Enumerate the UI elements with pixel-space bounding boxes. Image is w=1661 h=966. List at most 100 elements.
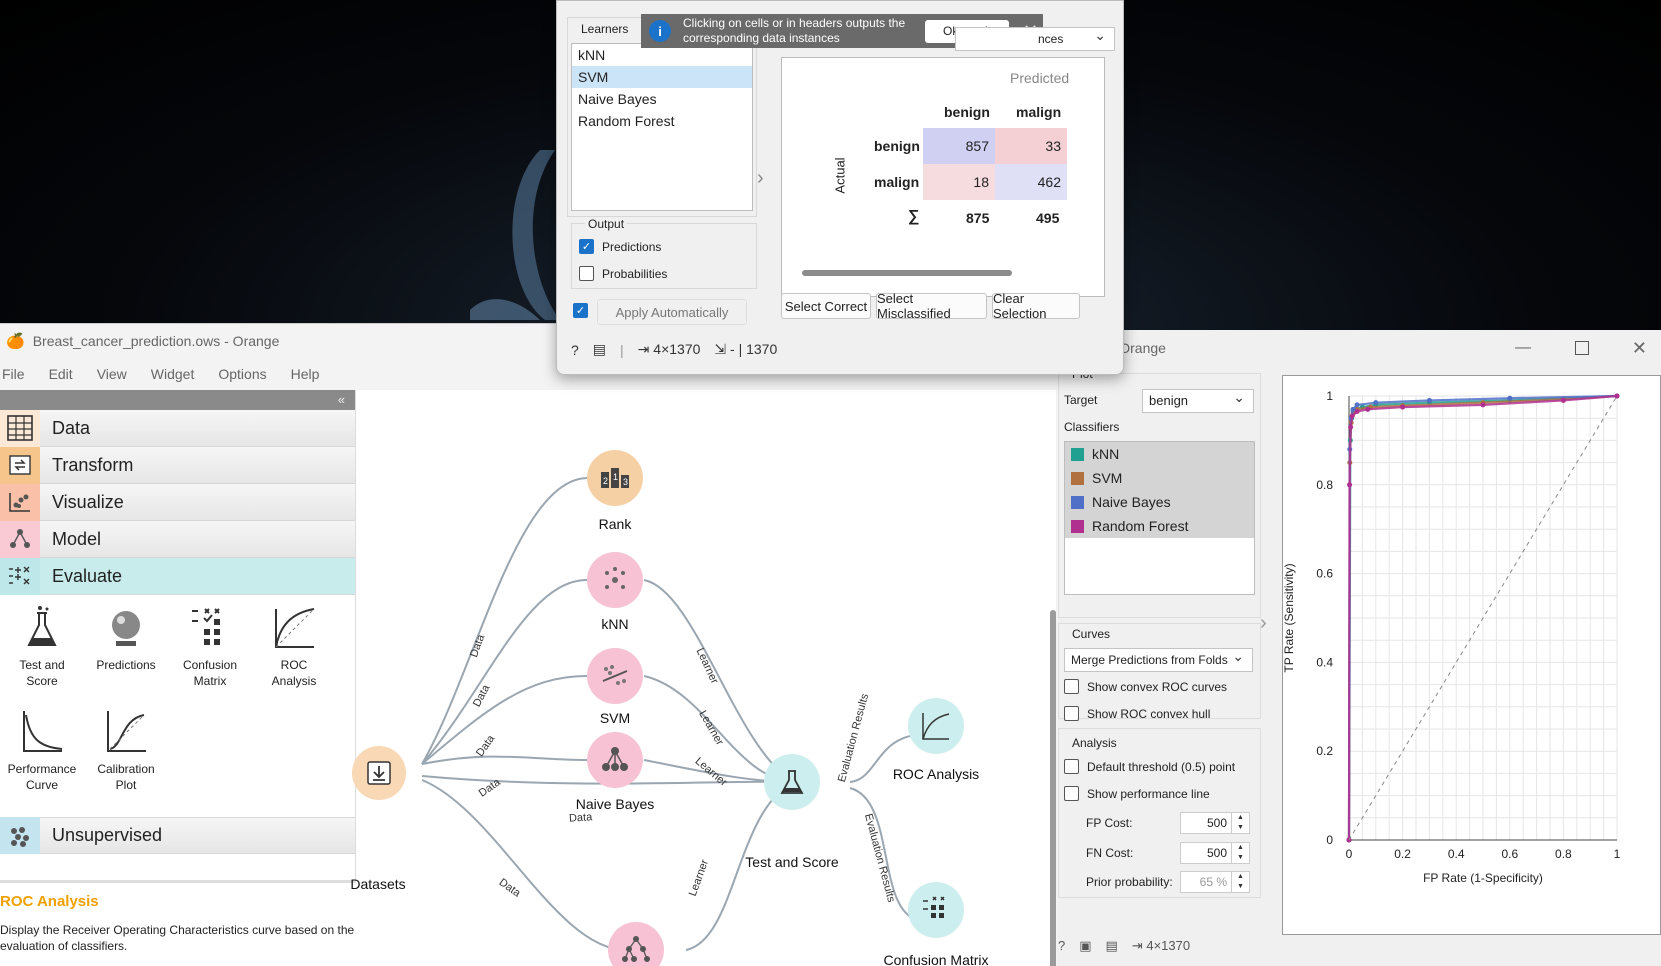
roc-point [1354, 402, 1360, 408]
tool-predictions[interactable]: Predictions [84, 603, 168, 707]
col-header-benign[interactable]: benign [944, 104, 990, 120]
tool-test-and-score[interactable]: Test and Score [0, 603, 84, 707]
fn-cost-label: FN Cost: [1086, 846, 1134, 860]
table-icon [0, 409, 40, 447]
node-svm[interactable] [587, 648, 643, 704]
maximize-button[interactable] [1575, 341, 1589, 355]
tool-calibration-plot[interactable]: Calibration Plot [84, 707, 168, 811]
menu-edit[interactable]: Edit [49, 366, 73, 382]
collapse-arrow-icon[interactable]: › [1260, 612, 1267, 635]
evaluate-icon [0, 557, 40, 595]
matrix-scrollbar[interactable] [802, 270, 1012, 276]
predictions-checkbox[interactable]: ✓ Predictions [579, 239, 661, 254]
performance-curve-icon [23, 711, 63, 752]
node-rank[interactable]: 213 [587, 450, 643, 506]
tool-roc-analysis[interactable]: ROC Analysis [252, 603, 336, 707]
node-test-and-score[interactable] [764, 754, 820, 810]
y-tick-label: 0.4 [1316, 655, 1333, 669]
node-datasets[interactable] [352, 746, 406, 800]
fp-cost-spinbox[interactable]: 500 ▲ ▼ [1180, 812, 1250, 834]
apply-automatically-checkbox[interactable]: ✓ [573, 303, 588, 318]
fn-cost-spinbox[interactable]: 500 ▲ ▼ [1180, 842, 1250, 864]
cell-benign-malign[interactable]: 33 [995, 128, 1067, 164]
menu-view[interactable]: View [97, 366, 127, 382]
category-data[interactable]: Data [0, 409, 355, 447]
help-icon[interactable]: ? [571, 342, 579, 358]
menu-help[interactable]: Help [291, 366, 320, 382]
node-roc-analysis[interactable] [908, 698, 964, 754]
category-transform[interactable]: Transform [0, 446, 355, 484]
category-model[interactable]: Model [0, 520, 355, 558]
menu-widget[interactable]: Widget [151, 366, 195, 382]
report-icon[interactable]: ▤ [593, 341, 606, 358]
classifier-item-knn[interactable]: kNN [1065, 442, 1254, 466]
minimize-button[interactable]: — [1515, 339, 1531, 357]
row-header-malign[interactable]: malign [874, 174, 919, 190]
curves-dropdown[interactable]: Merge Predictions from Folds [1064, 645, 1253, 672]
analysis-label: Analysis [1072, 736, 1117, 750]
svg-text:2: 2 [603, 476, 608, 486]
node-confusion-matrix[interactable] [908, 882, 964, 938]
output-status: ⇲ - | 1370 [714, 341, 778, 357]
roc-point [1373, 400, 1379, 406]
convex-curves-checkbox[interactable]: Show convex ROC curves [1064, 679, 1227, 694]
category-visualize[interactable]: Visualize [0, 483, 355, 521]
probabilities-checkbox[interactable]: Probabilities [579, 266, 667, 281]
menu-options[interactable]: Options [218, 366, 266, 382]
select-correct-button[interactable]: Select Correct [781, 293, 871, 319]
tool-confusion-matrix[interactable]: Confusion Matrix [168, 603, 252, 707]
learner-item-random-forest[interactable]: Random Forest [572, 110, 752, 132]
svg-text:1: 1 [613, 472, 618, 482]
report-icon[interactable]: ▤ [1106, 938, 1118, 954]
roc-curve-icon [275, 608, 315, 648]
node-naive-bayes[interactable] [587, 732, 643, 788]
classifier-item-random-forest[interactable]: Random Forest [1065, 514, 1254, 538]
clear-selection-button[interactable]: Clear Selection [992, 291, 1080, 321]
roc-curve-icon [922, 713, 950, 740]
target-dropdown[interactable]: benign [1142, 386, 1254, 413]
convex-hull-checkbox[interactable]: Show ROC convex hull [1064, 706, 1210, 721]
cell-malign-benign[interactable]: 18 [923, 164, 995, 200]
classifier-item-svm[interactable]: SVM [1065, 466, 1254, 490]
select-misclassified-button[interactable]: Select Misclassified [876, 291, 987, 321]
learners-list[interactable]: kNN SVM Naive Bayes Random Forest [571, 43, 753, 211]
col-header-malign[interactable]: malign [1016, 104, 1061, 120]
x-axis-label: FP Rate (1-Specificity) [1423, 871, 1543, 885]
prior-probability-spinbox[interactable]: 65 % ▲ ▼ [1180, 871, 1250, 893]
svm-icon [602, 665, 628, 685]
roc-chart: 0 0.2 0.4 0.6 0.8 1 0 0.2 0.4 0.6 0.8 1 FP Rate (1-S… [1282, 389, 1621, 885]
cell-malign-malign[interactable]: 462 [995, 164, 1067, 200]
tool-performance-curve[interactable]: Performance Curve [0, 707, 84, 811]
learners-label: Learners [581, 22, 629, 36]
help-icon[interactable]: ? [1058, 938, 1065, 954]
y-tick-label: 0 [1326, 833, 1333, 847]
roc-plot[interactable]: 0 0.2 0.4 0.6 0.8 1 0 0.2 0.4 0.6 0.8 1 FP Rate (1-S… [1282, 375, 1661, 935]
classifier-item-naive-bayes[interactable]: Naive Bayes [1065, 490, 1254, 514]
category-evaluate[interactable]: Evaluate [0, 557, 355, 595]
roc-point [1365, 406, 1371, 412]
roc-title-bar: nalysis - Orange — ✕ [1058, 330, 1661, 366]
canvas-scrollbar[interactable] [1050, 610, 1056, 966]
apply-automatically-button[interactable]: Apply Automatically [597, 299, 747, 325]
save-icon[interactable]: ▣ [1079, 938, 1091, 954]
close-button[interactable]: ✕ [1632, 338, 1647, 359]
category-unsupervised[interactable]: Unsupervised [0, 817, 355, 854]
default-threshold-checkbox[interactable]: Default threshold (0.5) point [1064, 759, 1235, 774]
show-dropdown[interactable]: nces [955, 24, 1115, 51]
node-knn[interactable] [587, 552, 643, 608]
widget-toolbox: « Data Transform Visualize Model Evaluat… [0, 390, 356, 966]
classifier-list[interactable]: kNN SVM Naive Bayes Random Forest [1064, 441, 1255, 595]
cell-benign-benign[interactable]: 857 [923, 128, 995, 164]
row-header-benign[interactable]: benign [874, 138, 920, 154]
learner-item-naive-bayes[interactable]: Naive Bayes [572, 88, 752, 110]
fp-cost-label: FP Cost: [1086, 816, 1133, 830]
collapse-toolbox-button[interactable]: « [0, 390, 355, 410]
learner-item-svm[interactable]: SVM [572, 66, 752, 88]
performance-line-checkbox[interactable]: Show performance line [1064, 786, 1210, 801]
confusion-matrix-icon [923, 896, 945, 918]
x-tick-label: 0 [1346, 847, 1353, 861]
workflow-canvas[interactable]: 213 Rank kNN SVM Naive Bayes Datasets Te… [350, 390, 1056, 966]
menu-file[interactable]: File [2, 366, 25, 382]
x-tick-label: 0.2 [1394, 847, 1411, 861]
collapse-arrow-icon[interactable]: › [757, 167, 764, 190]
